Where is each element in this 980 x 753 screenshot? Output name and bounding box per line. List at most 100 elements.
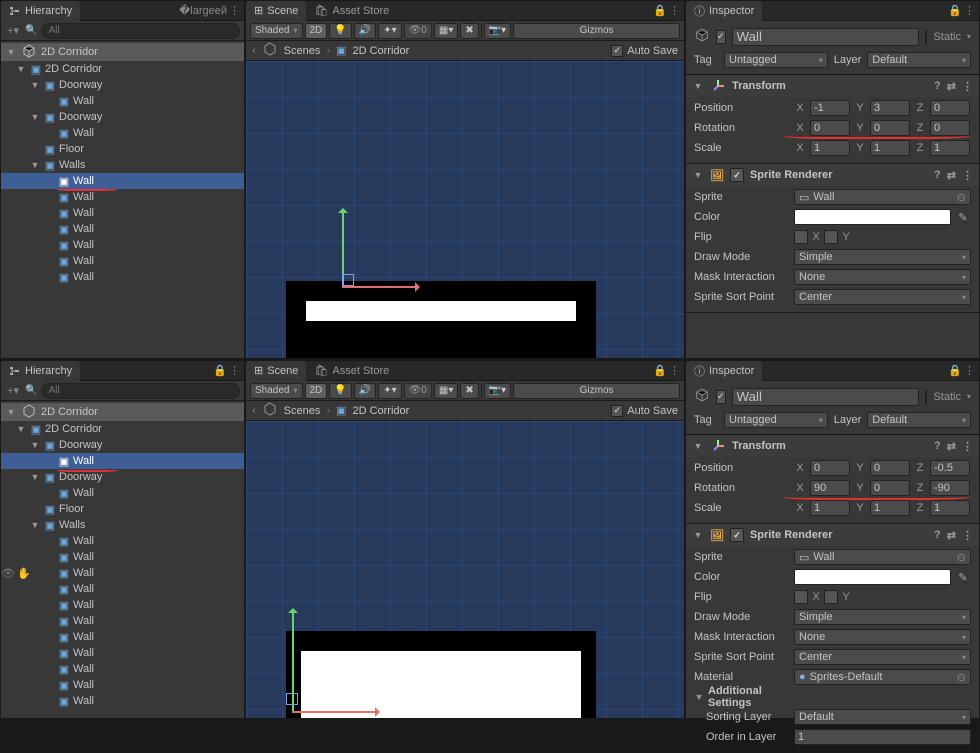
scale-x-input[interactable]	[810, 140, 850, 156]
color-field[interactable]	[794, 209, 951, 225]
audio-toggle-icon[interactable]: 🔊	[354, 23, 376, 39]
lock-icon[interactable]: 🔒	[948, 4, 962, 17]
create-dropdown[interactable]: +▾	[5, 23, 21, 39]
lighting-toggle-icon[interactable]: 💡	[329, 23, 351, 39]
grid-toggle-icon[interactable]: ▦▾	[434, 23, 458, 39]
tree-row-selected[interactable]: ▣Wall	[1, 453, 244, 469]
static-checkbox[interactable]	[925, 30, 928, 44]
rotation-y-input[interactable]	[870, 120, 910, 136]
hidden-objects-icon[interactable]: 👁0	[404, 23, 432, 39]
tree-row[interactable]: ▣Wall	[1, 189, 244, 205]
component-enabled-checkbox[interactable]	[730, 528, 744, 542]
panel-menu-icon[interactable]: ⋮	[964, 4, 975, 17]
scale-y-input[interactable]	[870, 140, 910, 156]
tag-dropdown[interactable]: Untagged	[724, 412, 828, 428]
flip-y-checkbox[interactable]	[824, 590, 838, 604]
sprite-field[interactable]: ▭Wall⊙	[794, 549, 971, 565]
tree-row[interactable]: ▼▣2D Corridor	[1, 61, 244, 77]
hierarchy-search-input[interactable]	[41, 383, 240, 399]
help-icon[interactable]: ?	[934, 529, 941, 542]
scale-z-input[interactable]	[930, 140, 970, 156]
auto-save-toggle[interactable]: Auto Save	[611, 45, 678, 57]
sprite-field[interactable]: ▭Wall⊙	[794, 189, 971, 205]
component-menu-icon[interactable]: ⋮	[962, 440, 973, 453]
hierarchy-tree[interactable]: ▼ 2D Corridor ▼▣2D Corridor ▼▣Doorway ▣W…	[1, 41, 244, 358]
help-icon[interactable]: ?	[934, 80, 941, 93]
tree-row[interactable]: ▣Wall	[1, 485, 244, 501]
flip-y-checkbox[interactable]	[824, 230, 838, 244]
panel-menu-icon[interactable]: ⋮	[669, 4, 680, 17]
component-enabled-checkbox[interactable]	[730, 168, 744, 182]
tree-row[interactable]: ▣Wall	[1, 645, 244, 661]
sort-point-dropdown[interactable]: Center	[794, 289, 971, 305]
tree-row[interactable]: ▣Wall	[1, 253, 244, 269]
gameobject-name-input[interactable]	[732, 28, 919, 46]
scale-x-input[interactable]	[810, 500, 850, 516]
tree-row[interactable]: ▣Wall	[1, 629, 244, 645]
sprite-renderer-header[interactable]: ▼ 🖼 Sprite Renderer ?⇄⋮	[686, 164, 979, 186]
inspector-tab[interactable]: ⓘInspector	[686, 361, 762, 381]
tools-icon[interactable]: ✖	[460, 23, 478, 39]
scene-tab[interactable]: ⊞Scene	[246, 1, 306, 21]
inspector-tab[interactable]: ⓘInspector	[686, 1, 762, 21]
breadcrumb-scenes[interactable]: Scenes	[284, 405, 321, 417]
rotation-z-input[interactable]	[930, 480, 970, 496]
breadcrumb-scenes[interactable]: Scenes	[284, 45, 321, 57]
scene-row[interactable]: ▼2D Corridor	[1, 403, 244, 421]
tree-row[interactable]: ▣Wall	[1, 237, 244, 253]
flip-x-checkbox[interactable]	[794, 590, 808, 604]
panel-menu-icon[interactable]: ⋮	[964, 364, 975, 377]
tree-row-selected[interactable]: ▣Wall	[1, 173, 244, 189]
draw-mode-dropdown[interactable]: Simple	[794, 609, 971, 625]
hierarchy-tree[interactable]: ▼2D Corridor ▼▣2D Corridor ▼▣Doorway ▣Wa…	[1, 401, 244, 718]
position-x-input[interactable]	[810, 460, 850, 476]
sort-point-dropdown[interactable]: Center	[794, 649, 971, 665]
breadcrumb-prefab[interactable]: 2D Corridor	[352, 45, 409, 57]
gizmos-dropdown[interactable]: Gizmos	[513, 383, 680, 399]
static-dropdown-icon[interactable]: ▾	[967, 32, 971, 41]
position-y-input[interactable]	[870, 460, 910, 476]
object-picker-icon[interactable]: ⊙	[957, 671, 966, 684]
gameobject-active-checkbox[interactable]	[716, 390, 726, 404]
component-menu-icon[interactable]: ⋮	[962, 169, 973, 182]
gameobject-active-checkbox[interactable]	[716, 30, 726, 44]
tree-row[interactable]: ▼▣Doorway	[1, 469, 244, 485]
eyedropper-icon[interactable]: ✎	[955, 211, 971, 224]
tree-row[interactable]: ▣Wall	[1, 661, 244, 677]
static-dropdown-icon[interactable]: ▾	[967, 392, 971, 401]
preset-icon[interactable]: ⇄	[947, 440, 956, 453]
lock-icon[interactable]: 🔒	[653, 4, 667, 17]
tree-row[interactable]: ▼▣Doorway	[1, 77, 244, 93]
tree-row[interactable]: ▣Wall	[1, 93, 244, 109]
position-z-input[interactable]	[930, 100, 970, 116]
scale-z-input[interactable]	[930, 500, 970, 516]
tree-row[interactable]: ▼▣Doorway	[1, 437, 244, 453]
pickability-icon[interactable]: ✋	[17, 567, 31, 580]
draw-mode-dropdown[interactable]: Shaded	[250, 383, 303, 399]
object-picker-icon[interactable]: ⊙	[957, 551, 966, 564]
lock-icon[interactable]: �largeей	[179, 4, 227, 17]
visibility-icon[interactable]: 👁	[1, 567, 15, 580]
sorting-layer-dropdown[interactable]: Default	[794, 709, 971, 725]
tag-dropdown[interactable]: Untagged	[724, 52, 828, 68]
panel-menu-icon[interactable]: ⋮	[669, 364, 680, 377]
rotation-z-input[interactable]	[930, 120, 970, 136]
object-picker-icon[interactable]: ⊙	[957, 191, 966, 204]
position-y-input[interactable]	[870, 100, 910, 116]
help-icon[interactable]: ?	[934, 169, 941, 182]
asset-store-tab[interactable]: 🛍Asset Store	[306, 361, 397, 381]
tree-row[interactable]: ▣Wall 👁✋	[1, 565, 244, 581]
scene-row[interactable]: ▼ 2D Corridor	[1, 43, 244, 61]
camera-icon[interactable]: 📷▾	[484, 383, 511, 399]
position-z-input[interactable]	[930, 460, 970, 476]
tree-row[interactable]: ▣Wall	[1, 613, 244, 629]
sprite-renderer-header[interactable]: ▼ 🖼 Sprite Renderer ?⇄⋮	[686, 524, 979, 546]
tree-row[interactable]: ▣Floor	[1, 501, 244, 517]
tree-row[interactable]: ▣Wall	[1, 597, 244, 613]
panel-menu-icon[interactable]: ⋮	[229, 4, 240, 17]
lock-icon[interactable]: 🔒	[213, 364, 227, 377]
tree-row[interactable]: ▣Wall	[1, 693, 244, 709]
create-dropdown[interactable]: +▾	[5, 383, 21, 399]
lock-icon[interactable]: 🔒	[948, 364, 962, 377]
scale-y-input[interactable]	[870, 500, 910, 516]
